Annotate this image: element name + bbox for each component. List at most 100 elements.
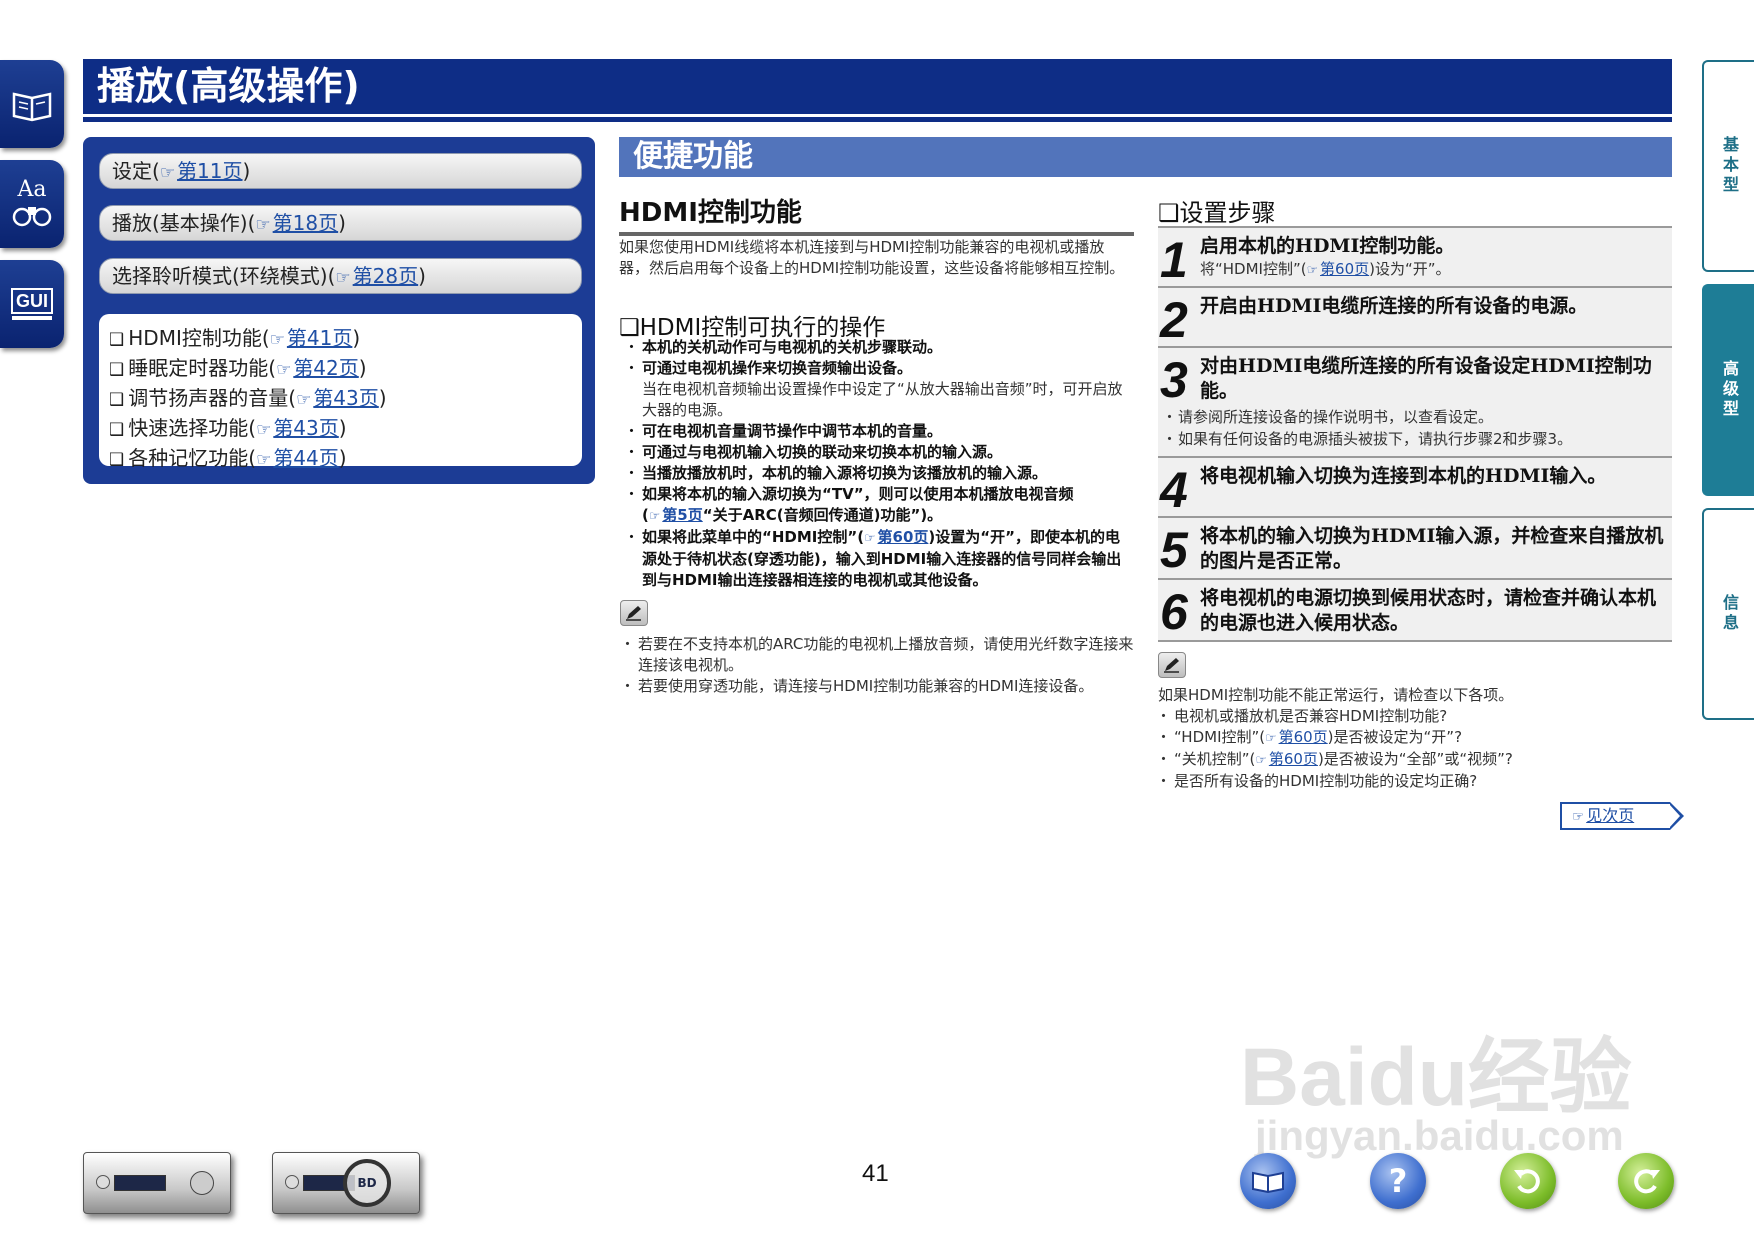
page-link[interactable]: 第60页	[1279, 728, 1328, 746]
binoculars-icon	[12, 207, 52, 227]
list-item: “关机控制”(☞第60页)是否被设为“全部”或“视频”?	[1156, 749, 1672, 771]
question-mark-icon: ?	[1388, 1162, 1408, 1200]
list-item: 如果将本机的输入源切换为“TV”，则可以使用本机播放电视音频(☞第5页“关于AR…	[624, 484, 1134, 527]
gui-label: GUI	[10, 288, 53, 314]
page-title: 播放(高级操作)	[83, 59, 1672, 114]
step-6: 6 将电视机的电源切换到候用状态时，请检查并确认本机的电源也进入候用状态。	[1158, 580, 1672, 642]
nav-item-memory[interactable]: ❑ 各种记忆功能(☞ 第44页)	[109, 444, 582, 474]
list-item: “HDMI控制”(☞第60页)是否被设定为“开”?	[1156, 727, 1672, 749]
list-item: 电视机或播放机是否兼容HDMI控制功能?	[1156, 706, 1672, 727]
back-button[interactable]	[1500, 1153, 1556, 1209]
page-link[interactable]: 第60页	[1320, 260, 1369, 278]
step-3: 3 对由HDMI电缆所连接的所有设备设定HDMI控制功能。 请参阅所连接设备的操…	[1158, 348, 1672, 458]
note-list: 若要在不支持本机的ARC功能的电视机上播放音频，请使用光纤数字连接来连接该电视机…	[620, 634, 1134, 697]
nav-link-page[interactable]: 第28页	[353, 264, 418, 288]
troubleshoot-intro: 如果HDMI控制功能不能正常运行，请检查以下各项。	[1158, 686, 1514, 704]
nav-item-hdmi-control[interactable]: ❑ HDMI控制功能(☞ 第41页)	[109, 324, 582, 354]
list-item: 可在电视机音量调节操作中调节本机的音量。	[624, 421, 1134, 442]
title-divider	[83, 117, 1672, 122]
checkbox-square-icon: ❑	[109, 360, 125, 380]
pointing-hand-icon: ☞	[255, 215, 271, 235]
page-number: 41	[862, 1160, 889, 1187]
nav-item-sleep-timer[interactable]: ❑ 睡眠定时器功能(☞ 第42页)	[109, 354, 582, 384]
pointing-hand-icon: ☞	[1265, 731, 1277, 746]
nav-link-page[interactable]: 第43页	[273, 416, 338, 440]
pointing-hand-icon: ☞	[276, 360, 292, 380]
magnifier-icon: BD	[343, 1159, 391, 1207]
list-item: 如果有任何设备的电源插头被拔下，请执行步骤2和步骤3。	[1162, 428, 1666, 450]
tab-info[interactable]: 信息	[1702, 508, 1754, 720]
forward-button[interactable]	[1618, 1153, 1674, 1209]
watermark-url: jingyan.baidu.com	[1255, 1112, 1624, 1159]
pointing-hand-icon: ☞	[296, 390, 312, 410]
manual-book-icon[interactable]	[0, 60, 64, 148]
receiver-display-icon[interactable]: BD	[272, 1152, 420, 1214]
help-button[interactable]: ?	[1370, 1153, 1426, 1209]
glossary-icon[interactable]: Aa	[0, 160, 64, 248]
pencil-note-icon	[1158, 652, 1186, 678]
pointing-hand-icon: ☞	[864, 531, 876, 546]
pointing-hand-icon: ☞	[256, 450, 272, 470]
nav-item-speaker-volume[interactable]: ❑ 调节扬声器的音量(☞ 第43页)	[109, 384, 582, 414]
pointing-hand-icon: ☞	[269, 330, 285, 350]
checkbox-square-icon: ❑	[109, 330, 125, 350]
pointing-hand-icon: ☞	[648, 509, 661, 524]
checkbox-square-icon: ❑	[109, 450, 125, 470]
nav-link-page[interactable]: 第43页	[313, 386, 378, 410]
gui-icon[interactable]: GUI	[0, 260, 64, 348]
hdmi-operations-list: 本机的关机动作可与电视机的关机步骤联动。 可通过电视机操作来切换音频输出设备。当…	[624, 337, 1134, 591]
pointing-hand-icon: ☞	[256, 420, 272, 440]
device-display-label: BD	[357, 1176, 377, 1190]
hdmi-intro-text: 如果您使用HDMI线缆将本机连接到与HDMI控制功能兼容的电视机或播放器，然后启…	[619, 238, 1125, 277]
setup-steps: 1 启用本机的HDMI控制功能。 将“HDMI控制”(☞ 第60页)设为“开”。 …	[1158, 226, 1672, 642]
pointing-hand-icon: ☞	[1306, 263, 1319, 278]
redo-arrow-icon	[1634, 1169, 1660, 1194]
step-4: 4 将电视机输入切换为连接到本机的HDMI输入。	[1158, 458, 1672, 518]
list-item: 当播放播放机时，本机的输入源将切换为该播放机的输入源。	[624, 463, 1134, 484]
pointing-hand-icon: ☞	[159, 163, 176, 183]
step-2: 2 开启由HDMI电缆所连接的所有设备的电源。	[1158, 288, 1672, 348]
nav-link-page[interactable]: 第41页	[287, 326, 352, 350]
nav-link-page[interactable]: 第42页	[293, 356, 358, 380]
troubleshoot-list: 电视机或播放机是否兼容HDMI控制功能? “HDMI控制”(☞第60页)是否被设…	[1156, 706, 1672, 792]
step-5: 5 将本机的输入切换为HDMI输入源，并检查来自播放机的图片是否正常。	[1158, 518, 1672, 580]
page-link[interactable]: 第5页	[662, 506, 702, 524]
list-item: 若要使用穿透功能，请连接与HDMI控制功能兼容的HDMI连接设备。	[620, 676, 1134, 697]
list-item: 请参阅所连接设备的操作说明书，以查看设定。	[1162, 406, 1666, 428]
nav-pill-settings[interactable]: 设定(☞ 第11页)	[99, 153, 582, 189]
list-item: 如果将此菜单中的“HDMI控制”(☞第60页)设置为“开”，即使本机的电源处于待…	[624, 527, 1134, 591]
pencil-note-icon	[620, 600, 648, 626]
list-item: 可通过与电视机输入切换的联动来切换本机的输入源。	[624, 442, 1134, 463]
pointing-hand-icon: ☞	[1572, 809, 1585, 825]
step-1: 1 启用本机的HDMI控制功能。 将“HDMI控制”(☞ 第60页)设为“开”。	[1158, 228, 1672, 288]
pointing-hand-icon: ☞	[335, 268, 351, 288]
pointing-hand-icon: ☞	[1255, 753, 1267, 768]
receiver-front-panel-icon[interactable]	[83, 1152, 231, 1214]
tab-basic[interactable]: 基本型	[1702, 60, 1754, 272]
page-link[interactable]: 第60页	[1269, 750, 1318, 768]
checkbox-square-icon: ❑	[109, 390, 125, 410]
tab-advanced[interactable]: 高级型	[1702, 284, 1754, 496]
nav-link-page[interactable]: 第11页	[177, 159, 242, 183]
nav-item-quick-select[interactable]: ❑ 快速选择功能(☞ 第43页)	[109, 414, 582, 444]
nav-sub-list: ❑ HDMI控制功能(☞ 第41页) ❑ 睡眠定时器功能(☞ 第42页) ❑ 调节扬声器的…	[99, 314, 582, 470]
setup-steps-heading: ❑设置步骤	[1158, 199, 1276, 227]
list-item: 是否所有设备的HDMI控制功能的设定均正确?	[1156, 771, 1672, 792]
list-item: 可通过电视机操作来切换音频输出设备。当在电视机音频输出设置操作中设定了“从放大器…	[624, 358, 1134, 421]
next-page-button[interactable]: ☞ 见次页	[1560, 802, 1684, 830]
list-item: 若要在不支持本机的ARC功能的电视机上播放音频，请使用光纤数字连接来连接该电视机…	[620, 634, 1134, 676]
nav-link-page[interactable]: 第18页	[273, 211, 338, 235]
list-item: 本机的关机动作可与电视机的关机步骤联动。	[624, 337, 1134, 358]
section-title: 便捷功能	[619, 137, 1672, 177]
contents-book-button[interactable]	[1240, 1153, 1296, 1209]
hdmi-control-heading: HDMI控制功能	[619, 192, 1134, 236]
open-book-icon	[1252, 1171, 1284, 1193]
page-link[interactable]: 第60页	[878, 528, 929, 546]
contents-nav: 设定(☞ 第11页) 播放(基本操作)(☞ 第18页) 选择聆听模式(环绕模式)(☞…	[83, 137, 595, 484]
nav-link-page[interactable]: 第44页	[273, 446, 338, 470]
nav-pill-listening-mode[interactable]: 选择聆听模式(环绕模式)(☞ 第28页)	[99, 258, 582, 294]
undo-arrow-icon	[1514, 1169, 1540, 1194]
nav-pill-basic-playback[interactable]: 播放(基本操作)(☞ 第18页)	[99, 205, 582, 241]
checkbox-square-icon: ❑	[109, 420, 125, 440]
aa-label: Aa	[17, 177, 47, 202]
